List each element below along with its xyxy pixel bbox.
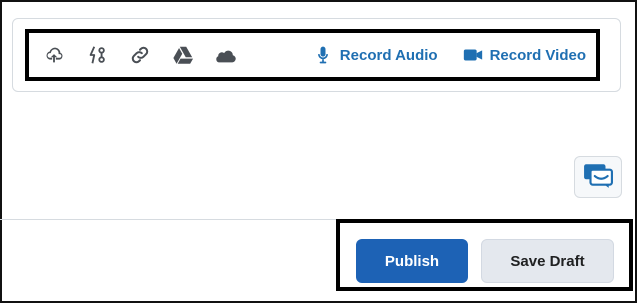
publish-button[interactable]: Publish — [356, 239, 468, 283]
feedback-chat-button[interactable] — [574, 156, 622, 198]
microphone-icon — [312, 44, 334, 66]
attachment-toolbar: Record Audio Record Video — [25, 29, 600, 81]
record-audio-button[interactable]: Record Audio — [312, 44, 438, 66]
insert-stuff-icon[interactable] — [82, 40, 112, 70]
record-video-button[interactable]: Record Video — [462, 44, 586, 66]
onedrive-icon[interactable] — [211, 40, 241, 70]
record-video-label: Record Video — [489, 46, 586, 64]
feedback-chat-icon — [583, 162, 613, 193]
record-audio-label: Record Audio — [339, 46, 438, 64]
save-draft-button[interactable]: Save Draft — [481, 239, 614, 283]
google-drive-icon[interactable] — [168, 40, 198, 70]
link-icon[interactable] — [125, 40, 155, 70]
video-camera-icon — [462, 44, 484, 66]
upload-cloud-icon[interactable] — [39, 40, 69, 70]
